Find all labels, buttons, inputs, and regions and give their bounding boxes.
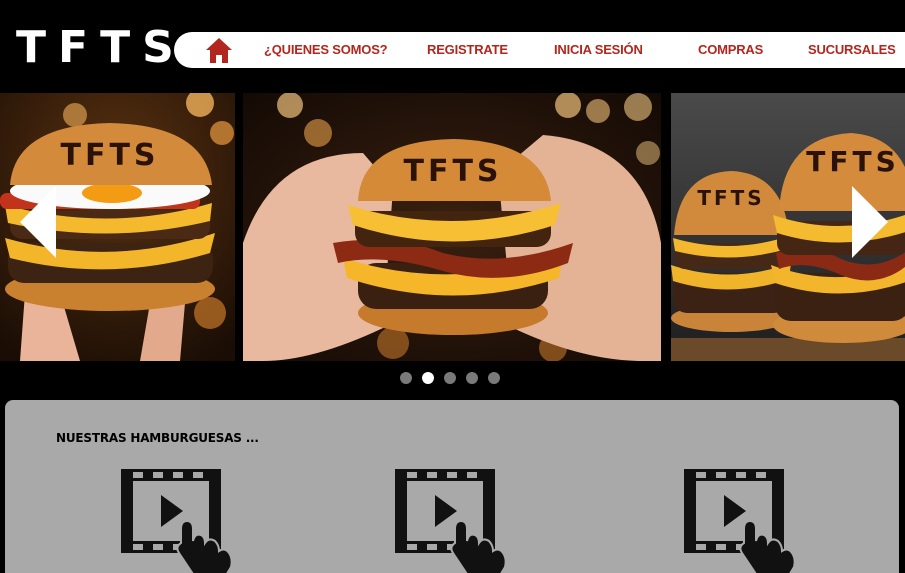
svg-text:TFTS: TFTS <box>697 186 764 210</box>
nav-item-compras[interactable]: COMPRAS <box>698 32 763 68</box>
image-carousel: TFTS TFTS TFTS TFTS <box>0 93 905 361</box>
nav-item-inicia-sesion[interactable]: INICIA SESIÓN <box>554 32 643 68</box>
chevron-left-icon[interactable] <box>18 182 58 262</box>
burgers-section: NUESTRAS HAMBURGUESAS ... <box>5 400 899 573</box>
brand-logo[interactable]: TFTS <box>16 26 186 70</box>
nav-item-sucursales[interactable]: SUCURSALES <box>808 32 896 68</box>
svg-text:TFTS: TFTS <box>403 154 502 189</box>
home-icon[interactable] <box>204 35 234 65</box>
carousel-dot-4[interactable] <box>466 372 478 384</box>
carousel-dot-2[interactable] <box>422 372 434 384</box>
carousel-dot-1[interactable] <box>400 372 412 384</box>
nav-item-registrate[interactable]: REGISTRATE <box>427 32 508 68</box>
video-play-touch-icon[interactable] <box>393 467 523 573</box>
chevron-right-icon[interactable] <box>850 182 890 262</box>
carousel-dot-3[interactable] <box>444 372 456 384</box>
main-nav: ¿QUIENES SOMOS? REGISTRATE INICIA SESIÓN… <box>174 32 905 68</box>
svg-text:TFTS: TFTS <box>60 138 159 173</box>
section-title: NUESTRAS HAMBURGUESAS ... <box>56 431 259 445</box>
nav-item-quienes-somos[interactable]: ¿QUIENES SOMOS? <box>264 32 388 68</box>
carousel-slide-2[interactable]: TFTS <box>243 93 661 361</box>
video-play-touch-icon[interactable] <box>682 467 812 573</box>
carousel-dot-5[interactable] <box>488 372 500 384</box>
svg-text:TFTS: TFTS <box>806 145 900 178</box>
video-play-touch-icon[interactable] <box>119 467 249 573</box>
carousel-pagination <box>400 372 500 384</box>
